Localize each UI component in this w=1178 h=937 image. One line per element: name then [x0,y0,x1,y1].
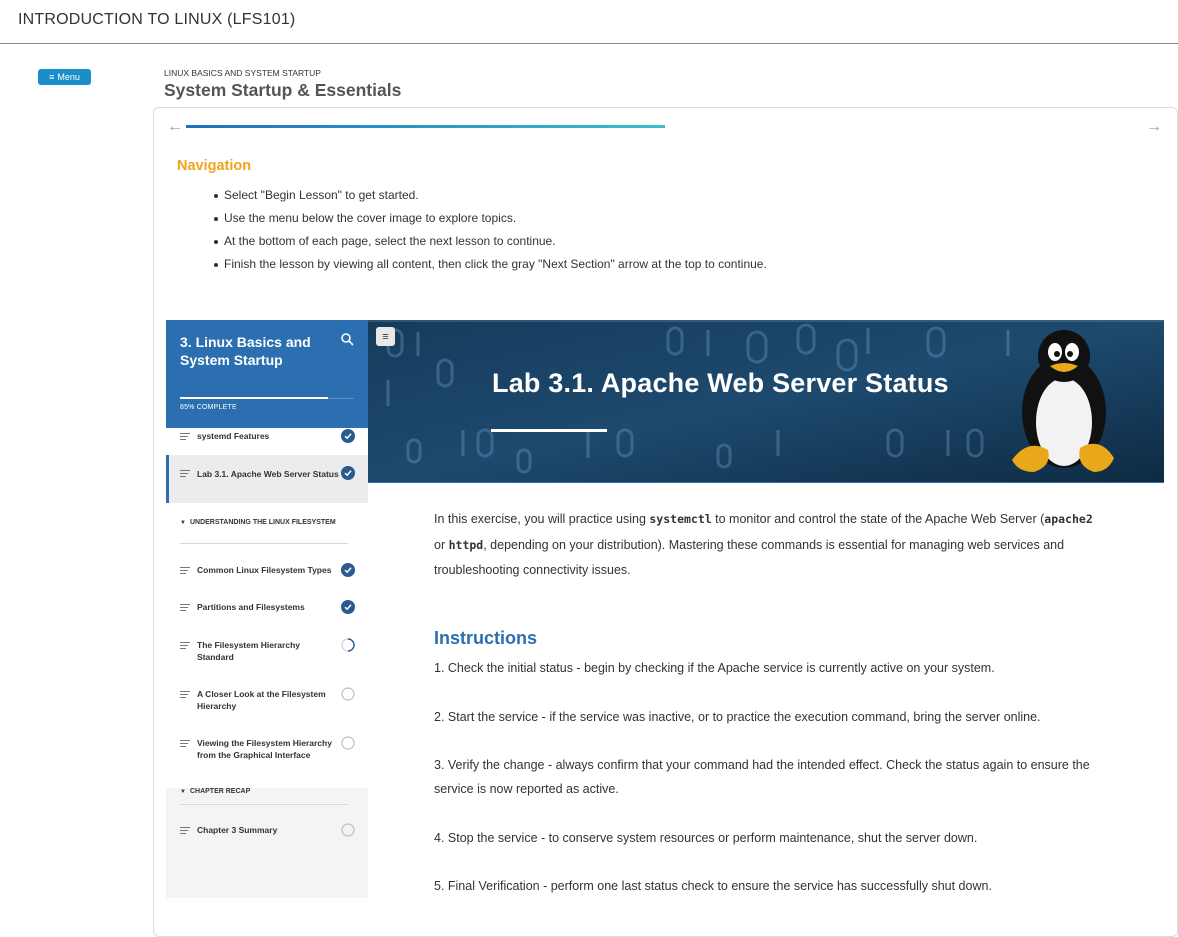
sidebar-item-label: A Closer Look at the Filesystem Hierarch… [197,689,326,711]
navigation-item: Use the menu below the cover image to ex… [212,211,767,234]
sidebar-item-label: The Filesystem Hierarchy Standard [197,640,300,662]
inline-code: httpd [448,537,484,552]
sidebar-item-label: Common Linux Filesystem Types [197,565,332,575]
sidebar-item-label: Partitions and Filesystems [197,602,305,612]
instruction-step: 2. Start the service - if the service wa… [434,710,1041,724]
navigation-item: Finish the lesson by viewing all content… [212,257,767,280]
navigation-item: Select "Begin Lesson" to get started. [212,188,767,211]
navigation-item: At the bottom of each page, select the n… [212,234,767,257]
search-icon[interactable] [340,332,354,346]
breadcrumb: LINUX BASICS AND SYSTEM STARTUP [164,68,321,78]
next-section-arrow-icon[interactable]: → [1146,119,1162,135]
section-header-chapter-recap[interactable]: ▼ CHAPTER RECAP [180,787,348,797]
title-underline [491,429,607,432]
section-header-label: CHAPTER RECAP [189,788,251,795]
intro-text: to monitor and control the state of the … [711,512,1045,526]
lesson-title: Lab 3.1. Apache Web Server Status [492,368,949,398]
sidebar-item-label: Lab 3.1. Apache Web Server Status [197,469,339,479]
sidebar-progress-fill [180,397,328,399]
sidebar-item-label: Chapter 3 Summary [197,825,278,835]
section-header-label: UNDERSTANDING THE LINUX FILESYSTEM [189,519,336,526]
instructions-heading: Instructions [434,628,538,648]
sidebar-title: 3. Linux Basics and System Startup [180,334,311,368]
section-divider [180,804,348,805]
sidebar-item-label: Viewing the Filesystem Hierarchy from th… [197,738,332,760]
sidebar-item-chapter-summary[interactable]: Chapter 3 Summary [166,818,368,846]
empty-circle-icon [341,736,355,750]
caret-down-icon: ▼ [180,789,186,795]
sidebar-item-partitions[interactable]: Partitions and Filesystems [166,593,368,621]
instruction-step: 5. Final Verification - perform one last… [434,879,992,893]
empty-circle-icon [341,687,355,701]
hamburger-icon: ≡ [49,71,55,82]
sidebar-item-filesystem-hierarchy-standard[interactable]: The Filesystem Hierarchy Standard [166,631,368,665]
lesson-sidebar: 3. Linux Basics and System Startup 85% C… [166,320,368,898]
intro-text: , depending on your distribution). Maste… [434,537,1065,578]
check-circle-icon [341,429,355,443]
inline-code: apache2 [1044,512,1093,526]
caret-down-icon: ▼ [180,520,186,526]
menu-button-label: Menu [57,72,80,82]
sidebar-complete-label: 85% COMPLETE [180,404,237,411]
lesson-lines-icon [180,604,190,612]
instruction-step: 3. Verify the change - always confirm th… [434,758,1090,796]
menu-button[interactable]: ≡ Menu [38,69,91,85]
lesson-lines-icon [180,567,190,575]
check-circle-icon [341,600,355,614]
instruction-step: 4. Stop the service - to conserve system… [434,831,978,845]
top-bar: INTRODUCTION TO LINUX (LFS101) [0,0,1178,44]
lesson-lines-icon [180,470,190,478]
empty-circle-icon [341,823,355,837]
lesson-lines-icon [180,740,190,748]
lesson-banner: ≡ Lab 3.1. Apache Web Server Status [368,320,1164,482]
sidebar-item-common-filesystem-types[interactable]: Common Linux Filesystem Types [166,556,368,584]
sidebar-item-systemd-features[interactable]: systemd Features [166,428,368,455]
previous-section-arrow-icon[interactable]: ← [167,119,183,135]
lesson-lines-icon [180,642,190,650]
navigation-heading: Navigation [177,158,252,174]
section-header-filesystem[interactable]: ▼ UNDERSTANDING THE LINUX FILESYSTEM [180,518,348,528]
sidebar-item-closer-look[interactable]: A Closer Look at the Filesystem Hierarch… [166,680,368,714]
inline-code: systemctl [649,512,712,526]
banner-divider [368,482,1164,483]
lesson-menu-toggle[interactable]: ≡ [376,327,395,346]
check-circle-icon [341,466,355,480]
page-title: System Startup & Essentials [164,80,402,100]
sidebar-header: 3. Linux Basics and System Startup 85% C… [166,320,368,428]
course-title: INTRODUCTION TO LINUX (LFS101) [18,11,296,28]
navigation-list: Select "Begin Lesson" to get started. Us… [212,188,767,280]
lesson-intro: In this exercise, you will practice usin… [434,507,1094,584]
sidebar-item-lab-3-1[interactable]: Lab 3.1. Apache Web Server Status [166,455,368,503]
lesson-lines-icon [180,433,190,441]
tux-penguin-icon [1012,330,1114,472]
check-circle-icon [341,563,355,577]
sidebar-item-label: systemd Features [197,431,270,441]
intro-text: or [434,537,449,552]
intro-text: In this exercise, you will practice usin… [434,512,650,526]
lesson-lines-icon [180,691,190,699]
instruction-step: 1. Check the initial status - begin by c… [434,661,995,675]
sidebar-item-viewing-hierarchy[interactable]: Viewing the Filesystem Hierarchy from th… [166,729,368,763]
section-divider [180,543,348,544]
section-progress-bar [186,125,665,128]
lesson-lines-icon [180,827,190,835]
hamburger-icon: ≡ [382,330,389,343]
in-progress-circle-icon [341,638,355,652]
